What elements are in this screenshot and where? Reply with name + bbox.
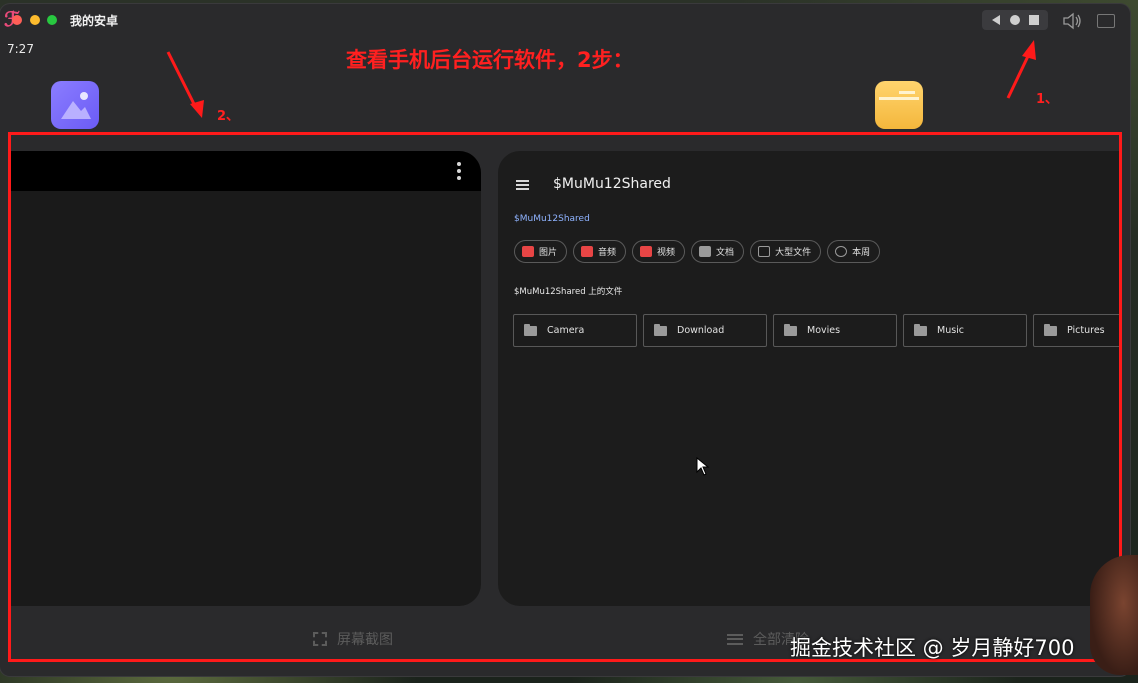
arrow-step-1 <box>1006 40 1036 99</box>
mouse-cursor-icon <box>696 457 710 476</box>
webcam-overlay <box>1090 555 1138 675</box>
watermark: 掘金技术社区 @ 岁月静好700 <box>790 636 1075 660</box>
annotation-arrows <box>166 40 1036 118</box>
annotation-step-2-label: 2、 <box>217 109 240 124</box>
annotation-step-1-label: 1、 <box>1036 92 1059 107</box>
arrow-step-2 <box>166 51 204 118</box>
